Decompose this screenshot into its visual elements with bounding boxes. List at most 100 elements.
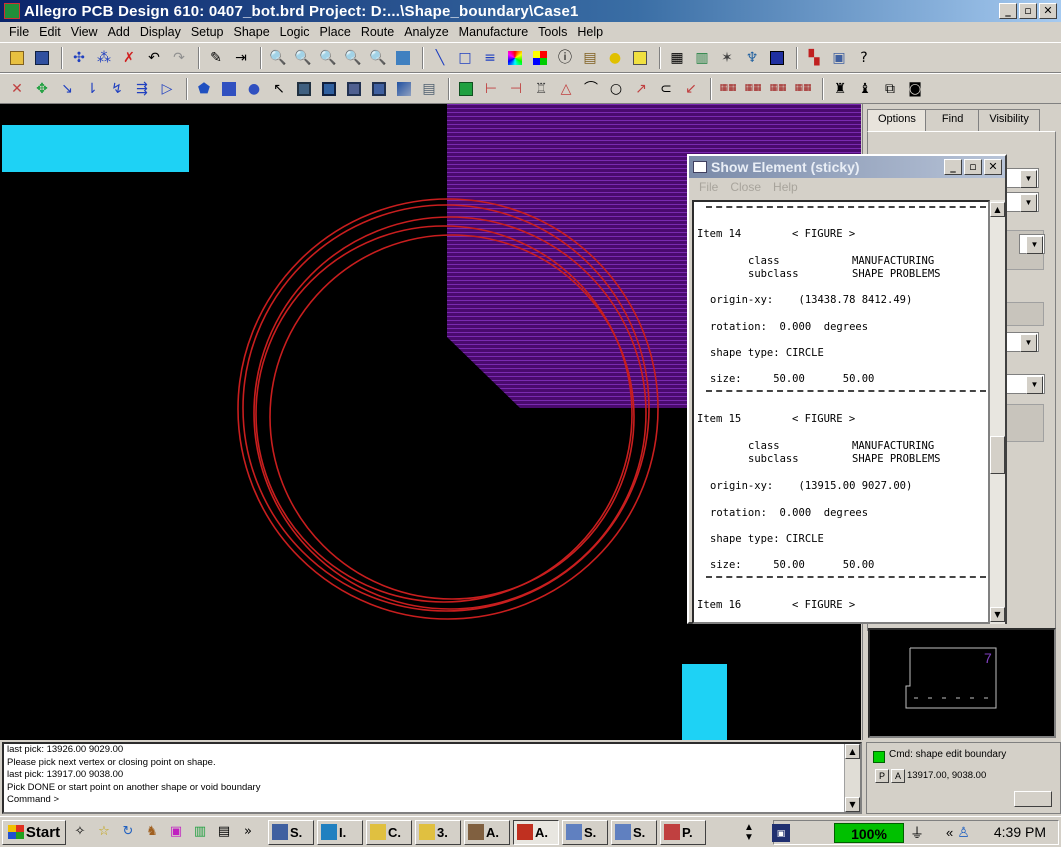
absolute-button[interactable]: A [891,769,905,783]
board-icon[interactable] [766,47,788,69]
menu-place[interactable]: Place [315,25,356,39]
popup-close-button[interactable]: ✕ [984,159,1002,175]
world-view[interactable]: 7 [868,628,1056,738]
taskbar-item-active[interactable]: A. [513,819,559,845]
dim-angular-icon[interactable]: △ [555,78,577,100]
select-shape-icon[interactable]: ↖ [268,78,290,100]
dim-vertical-icon[interactable]: ⊣ [505,78,527,100]
pin-icon[interactable]: ✎ [205,47,227,69]
manual-void-icon[interactable] [293,78,315,100]
slide-icon[interactable]: ✥ [31,78,53,100]
command-console[interactable]: last pick: 13926.00 9029.00 Please pick … [2,742,862,814]
stats-icon[interactable]: ♆ [741,47,763,69]
edit-boundary-icon[interactable] [318,78,340,100]
report-scrollbar[interactable]: ▲ ▼ [990,200,1005,624]
menu-manufacture[interactable]: Manufacture [454,25,533,39]
active-class-select[interactable] [1003,168,1039,188]
check-shapes-icon[interactable]: ▤ [418,78,440,100]
quicklaunch-overflow-icon[interactable]: » [238,822,258,842]
pick-button[interactable]: P [875,769,889,783]
popup-maximize-button[interactable]: ▫ [964,159,982,175]
tab-visibility[interactable]: Visibility [978,109,1040,131]
active-subclass-select[interactable] [1003,192,1039,212]
tray-expand-icon[interactable]: « [946,825,953,840]
zoom-in-icon[interactable]: 🔍 [317,47,339,69]
grid-icon[interactable]: ▦ [666,47,688,69]
popup-menu-help[interactable]: Help [767,180,804,194]
dim-radial-icon[interactable]: ○ [605,78,627,100]
popup-menu-file[interactable]: File [693,180,724,194]
place-quickplace-icon[interactable]: ♝ [854,78,876,100]
taskbar-item[interactable]: I. [317,819,363,845]
pad-bottom-right[interactable] [682,664,727,740]
dim-datum-icon[interactable]: ♖ [530,78,552,100]
constraint-manager-icon[interactable]: ▦▦ [742,78,764,100]
scroll-down-icon[interactable]: ▼ [845,797,860,812]
pad-top-left[interactable] [2,125,189,172]
menu-file[interactable]: File [4,25,34,39]
info-icon[interactable]: ⓘ [554,47,576,69]
close-button[interactable]: ✕ [1039,3,1057,19]
net-name-select[interactable] [1003,332,1039,352]
shape-rect-icon[interactable] [218,78,240,100]
menu-add[interactable]: Add [103,25,135,39]
show-element-title-bar[interactable]: Show Element (sticky) _ ▫ ✕ [689,156,1005,178]
tab-find[interactable]: Find [924,109,981,131]
change-shape-type-icon[interactable] [368,78,390,100]
quicklaunch-icon[interactable]: ▤ [214,822,234,842]
zoom-points-icon[interactable]: 🔍 [267,47,289,69]
taskbar-item[interactable]: P. [660,819,706,845]
taskbar-item[interactable]: S. [562,819,608,845]
undo-icon[interactable]: ↶ [143,47,165,69]
command-prompt[interactable]: Command > [4,794,860,807]
maximize-button[interactable]: ▫ [1019,3,1037,19]
menu-analyze[interactable]: Analyze [399,25,453,39]
shape-circle-icon[interactable]: ● [243,78,265,100]
tab-options[interactable]: Options [867,109,927,131]
component-icon[interactable]: ▚ [803,47,825,69]
move-icon[interactable]: ✣ [68,47,90,69]
zoom-out-icon[interactable]: 🔍 [342,47,364,69]
unpin-icon[interactable]: ⇥ [230,47,252,69]
color-icon[interactable] [504,47,526,69]
quicklaunch-icon[interactable]: ↻ [118,822,138,842]
menu-edit[interactable]: Edit [34,25,66,39]
vertex-icon[interactable]: ↯ [106,78,128,100]
minimize-button[interactable]: _ [999,3,1017,19]
report-icon[interactable]: ▣ [828,47,850,69]
help-icon[interactable]: ? [853,47,875,69]
scroll-up-icon[interactable]: ▲ [845,744,860,759]
tray-scroll-icon[interactable]: ▲ ▼ [744,823,754,843]
menu-setup[interactable]: Setup [186,25,229,39]
taskbar-item[interactable]: S. [268,819,314,845]
start-button[interactable]: Start [2,819,66,845]
delete-icon[interactable]: ✗ [118,47,140,69]
highlight-icon[interactable]: ● [604,47,626,69]
assign-diff-pair-icon[interactable]: ▦▦ [717,78,739,100]
zoom-previous-icon[interactable]: 🔍 [367,47,389,69]
quicklaunch-icon[interactable]: ▣ [166,822,186,842]
quicklaunch-icon[interactable]: ▥ [190,822,210,842]
merge-shapes-icon[interactable] [393,78,415,100]
menu-display[interactable]: Display [135,25,186,39]
quicklaunch-icon[interactable]: ✧ [70,822,90,842]
pin-swap-icon[interactable]: ▦▦ [792,78,814,100]
scroll-down-icon[interactable]: ▼ [990,607,1005,622]
shape-add-icon[interactable]: ⬟ [193,78,215,100]
taskbar-item[interactable]: A. [464,819,510,845]
menu-tools[interactable]: Tools [533,25,572,39]
menu-shape[interactable]: Shape [229,25,275,39]
menu-view[interactable]: View [66,25,103,39]
copy-icon[interactable]: ⁂ [93,47,115,69]
quicklaunch-icon[interactable]: ♞ [142,822,162,842]
dim-fillet-icon[interactable]: ⊂ [655,78,677,100]
redraw-icon[interactable] [392,47,414,69]
net-schedule-icon[interactable]: ▦▦ [767,78,789,100]
delay-tune-icon[interactable]: ↘ [56,78,78,100]
scroll-thumb[interactable] [990,436,1005,474]
console-scrollbar[interactable]: ▲ ▼ [844,744,860,812]
popup-menu-close[interactable]: Close [724,180,767,194]
dim-leader-icon[interactable]: ⌒ [580,78,602,100]
create-fanout-icon[interactable]: ▷ [156,78,178,100]
dimension-icon[interactable] [455,78,477,100]
